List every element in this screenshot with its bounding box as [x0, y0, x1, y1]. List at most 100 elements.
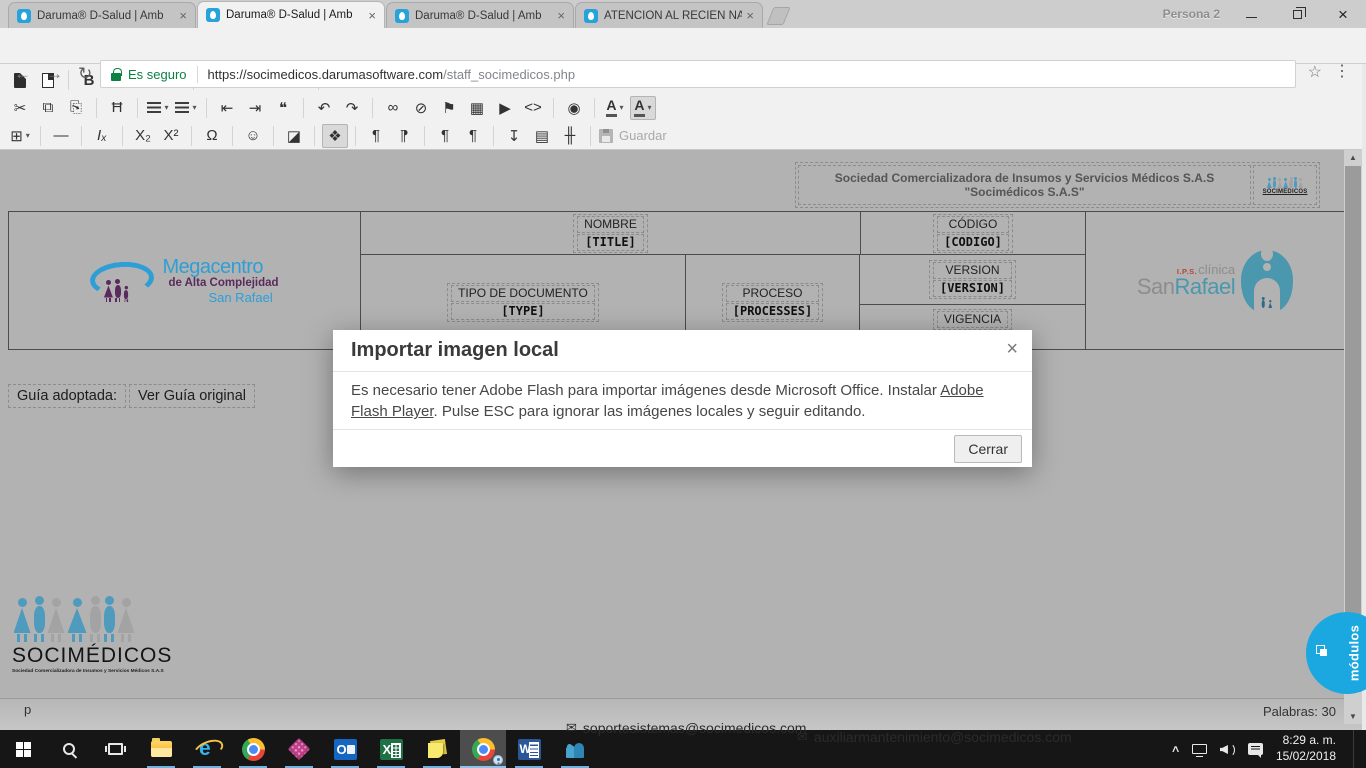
- horizontal-rule-button[interactable]: —: [48, 124, 74, 148]
- background-color-button[interactable]: A▾: [630, 96, 656, 120]
- cut-button[interactable]: ✂: [7, 96, 33, 120]
- reload-button[interactable]: ↻: [78, 65, 92, 82]
- subscript-button[interactable]: X₂: [130, 124, 156, 148]
- emoticons-button[interactable]: ☺: [240, 124, 266, 148]
- nombre-cell[interactable]: NOMBRE [TITLE]: [361, 212, 861, 254]
- element-path[interactable]: p: [24, 702, 31, 717]
- browser-tab-2[interactable]: Daruma® D-Salud | Amb×: [197, 1, 385, 28]
- codigo-placeholder[interactable]: [CODIGO]: [937, 234, 1009, 251]
- save-button[interactable]: Guardar: [598, 124, 668, 148]
- outlook[interactable]: [322, 730, 368, 768]
- anchor-button[interactable]: ⚑: [436, 96, 462, 120]
- modal-close-icon[interactable]: ×: [1006, 338, 1018, 361]
- word[interactable]: [506, 730, 552, 768]
- proceso-field[interactable]: PROCESO [PROCESSES]: [722, 283, 823, 322]
- clear-formatting-button[interactable]: Iₓ: [89, 124, 115, 148]
- indent-button[interactable]: ⇥: [242, 96, 268, 120]
- browser-profile-label[interactable]: Persona 2: [1163, 7, 1220, 21]
- vigencia-field[interactable]: VIGENCIA: [933, 309, 1012, 330]
- forward-button[interactable]: →: [46, 65, 63, 82]
- sticky-notes[interactable]: [414, 730, 460, 768]
- show-invisibles-button[interactable]: ¶: [432, 124, 458, 148]
- email-auxiliarmantenimiento[interactable]: ✉auxiliarmantenimiento@socimedicos.com: [797, 729, 1072, 745]
- import-word-button[interactable]: ↧: [501, 124, 527, 148]
- version-cell[interactable]: VERSION [VERSION]: [860, 255, 1085, 305]
- scroll-up-icon[interactable]: ▲: [1344, 150, 1362, 165]
- tab-close-icon[interactable]: ×: [557, 9, 565, 22]
- cerrar-button[interactable]: Cerrar: [954, 435, 1022, 463]
- copy-button[interactable]: ⧉: [35, 96, 61, 120]
- source-code-button[interactable]: <>: [520, 96, 546, 120]
- insert-image-button[interactable]: ▦: [464, 96, 490, 120]
- blockquote-button[interactable]: ❝: [270, 96, 296, 120]
- company-banner-box[interactable]: Sociedad Comercializadora de Insumos y S…: [795, 162, 1320, 208]
- show-desktop-button[interactable]: [1353, 730, 1358, 768]
- tray-chevron-icon[interactable]: ∧: [1170, 744, 1180, 755]
- megacentro-logo-cell[interactable]: Megacentro de Alta Complejidad San Rafae…: [9, 212, 361, 349]
- browser-tab-1[interactable]: Daruma® D-Salud | Amb×: [8, 2, 196, 28]
- codigo-field[interactable]: CÓDIGO [CODIGO]: [933, 214, 1013, 253]
- volume-icon[interactable]: [1220, 743, 1235, 755]
- version-field[interactable]: VERSION [VERSION]: [929, 260, 1016, 299]
- close-button[interactable]: ×: [1320, 0, 1366, 28]
- redo-button[interactable]: ↷: [339, 96, 365, 120]
- nombre-field[interactable]: NOMBRE [TITLE]: [573, 214, 648, 253]
- browser-tab-3[interactable]: Daruma® D-Salud | Amb×: [386, 2, 574, 28]
- version-placeholder[interactable]: [VERSION]: [933, 280, 1012, 297]
- outdent-button[interactable]: ⇤: [214, 96, 240, 120]
- minimize-button[interactable]: [1228, 0, 1274, 28]
- table-button[interactable]: ⊞▾: [7, 124, 33, 148]
- nonbreaking-space-button[interactable]: ◪: [281, 124, 307, 148]
- chrome[interactable]: [230, 730, 276, 768]
- title-placeholder[interactable]: [TITLE]: [577, 234, 644, 251]
- task-view-button[interactable]: [92, 730, 138, 768]
- text-color-button[interactable]: A▾: [602, 96, 628, 120]
- tab-close-icon[interactable]: ×: [746, 9, 754, 22]
- tab-close-icon[interactable]: ×: [368, 9, 376, 22]
- paste-button[interactable]: ⎘: [63, 96, 89, 120]
- browser-menu-icon[interactable]: ⋮: [1334, 64, 1350, 80]
- insert-media-button[interactable]: ▶: [492, 96, 518, 120]
- insert-link-button[interactable]: ∞: [380, 96, 406, 120]
- scroll-down-icon[interactable]: ▼: [1344, 709, 1362, 724]
- url-field[interactable]: Es seguro https://socimedicos.darumasoft…: [100, 60, 1296, 88]
- excel[interactable]: [368, 730, 414, 768]
- search-button[interactable]: [46, 730, 92, 768]
- preview-button[interactable]: ◉: [561, 96, 587, 120]
- codigo-cell[interactable]: CÓDIGO [CODIGO]: [861, 212, 1085, 254]
- ver-guia-original-link[interactable]: Ver Guía original: [129, 384, 255, 408]
- taskbar-clock[interactable]: 8:29 a. m. 15/02/2018: [1276, 733, 1336, 764]
- type-placeholder[interactable]: [TYPE]: [451, 303, 595, 320]
- restore-button[interactable]: [1274, 0, 1320, 28]
- numbered-list-button[interactable]: ▾: [173, 96, 199, 120]
- back-button[interactable]: ←: [14, 65, 31, 82]
- find-replace-button[interactable]: Ħ: [104, 96, 130, 120]
- daruma-app[interactable]: [276, 730, 322, 768]
- browser-tab-4[interactable]: ATENCIÓN AL RECIÉN NA×: [575, 2, 763, 28]
- secure-label[interactable]: Es seguro: [128, 67, 187, 82]
- show-blocks-button[interactable]: ¶: [460, 124, 486, 148]
- ltr-direction-button[interactable]: ¶: [363, 124, 389, 148]
- notifications-icon[interactable]: [1248, 743, 1263, 755]
- rtl-direction-button[interactable]: ¶: [391, 124, 417, 148]
- fullscreen-button[interactable]: ❖: [322, 124, 348, 148]
- start-button[interactable]: [0, 730, 46, 768]
- email-soportesistemas[interactable]: ✉soportesistemas@socimedicos.com: [566, 720, 806, 736]
- chrome-profile[interactable]: [460, 730, 506, 768]
- internet-explorer[interactable]: [184, 730, 230, 768]
- superscript-button[interactable]: X²: [158, 124, 184, 148]
- bullet-list-button[interactable]: ▾: [145, 96, 171, 120]
- file-explorer[interactable]: [138, 730, 184, 768]
- page-break-button[interactable]: ╫: [557, 124, 583, 148]
- special-character-button[interactable]: Ω: [199, 124, 225, 148]
- sanrafael-logo-cell[interactable]: I.P.S.clínica SanRafael: [1086, 212, 1344, 349]
- tipo-documento-field[interactable]: TIPO DE DOCUMENTO [TYPE]: [447, 283, 599, 322]
- insert-template-button[interactable]: ▤: [529, 124, 555, 148]
- company-banner-text[interactable]: Sociedad Comercializadora de Insumos y S…: [798, 165, 1251, 205]
- remove-link-button[interactable]: ⊘: [408, 96, 434, 120]
- undo-button[interactable]: ↶: [311, 96, 337, 120]
- bookmark-star-icon[interactable]: ☆: [1308, 65, 1322, 81]
- processes-placeholder[interactable]: [PROCESSES]: [726, 303, 819, 320]
- tab-close-icon[interactable]: ×: [179, 9, 187, 22]
- new-tab-button[interactable]: [766, 7, 790, 25]
